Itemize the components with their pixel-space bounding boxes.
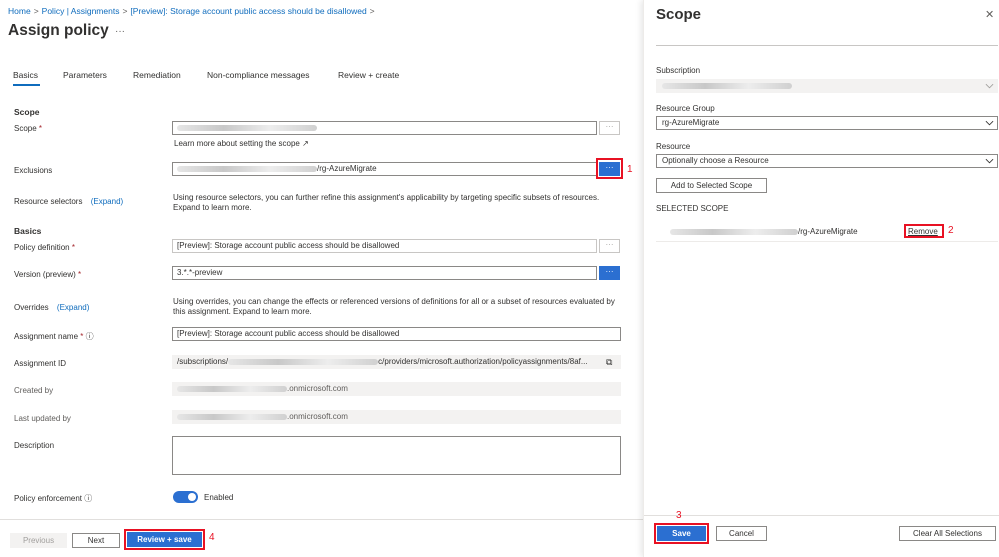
policy-enforcement-label: Policy enforcement ⓘ: [14, 494, 93, 503]
created-by-field: .onmicrosoft.com: [172, 382, 621, 396]
selected-scope-heading: SELECTED SCOPE: [656, 204, 729, 213]
created-by-label: Created by: [14, 386, 54, 395]
scope-field[interactable]: [172, 121, 597, 135]
resource-selectors-expand-link[interactable]: (Expand): [91, 197, 123, 206]
scope-label: Scope *: [14, 124, 43, 133]
info-icon[interactable]: ⓘ: [86, 332, 94, 341]
page-title: Assign policy: [8, 22, 109, 39]
previous-button[interactable]: Previous: [10, 533, 67, 548]
assignment-name-field[interactable]: [Preview]: Storage account public access…: [172, 327, 621, 341]
basics-section-heading: Basics: [14, 226, 42, 236]
annotation-number-3: 3: [676, 510, 682, 521]
overrides-expand-link[interactable]: (Expand): [57, 303, 89, 312]
copy-icon[interactable]: ⧉: [606, 357, 612, 368]
clear-all-selections-button[interactable]: Clear All Selections: [899, 526, 996, 541]
scope-panel-title: Scope: [656, 6, 702, 23]
annotation-number-2: 2: [948, 225, 954, 236]
selected-scope-item: /rg-AzureMigrate: [670, 227, 858, 236]
resource-dropdown[interactable]: Optionally choose a Resource: [656, 154, 998, 168]
chevron-down-icon: [985, 120, 994, 126]
footer-divider: [0, 519, 643, 520]
panel-header-divider: [656, 45, 998, 46]
resource-group-label: Resource Group: [656, 104, 715, 113]
subscription-label: Subscription: [656, 66, 701, 75]
description-label: Description: [14, 441, 55, 450]
tab-non-compliance-messages[interactable]: Non-compliance messages: [207, 70, 310, 80]
learn-more-scope-link[interactable]: Learn more about setting the scope ↗: [174, 139, 309, 148]
resource-group-dropdown[interactable]: rg-AzureMigrate: [656, 116, 998, 130]
remove-link[interactable]: Remove: [908, 227, 938, 236]
version-browse-button[interactable]: ···: [599, 266, 620, 280]
close-icon[interactable]: ✕: [985, 8, 994, 21]
chevron-down-icon: [985, 158, 994, 164]
last-updated-by-label: Last updated by: [14, 414, 71, 423]
policy-definition-label: Policy definition *: [14, 243, 75, 252]
version-label: Version (preview) *: [14, 270, 82, 279]
overrides-label: Overrides (Expand): [14, 303, 90, 312]
assignment-name-label: Assignment name * ⓘ: [14, 332, 94, 341]
overrides-description: Using overrides, you can change the effe…: [173, 297, 615, 316]
review-save-button[interactable]: Review + save: [127, 532, 202, 547]
breadcrumb: Home > Policy | Assignments > [Preview]: Sto…: [8, 6, 378, 16]
assignment-id-field: /subscriptions/c/providers/microsoft.aut…: [172, 355, 621, 369]
annotation-number-4: 4: [209, 532, 215, 543]
resource-group-value: rg-AzureMigrate: [662, 118, 720, 127]
add-to-selected-scope-button[interactable]: Add to Selected Scope: [656, 178, 767, 193]
breadcrumb-home[interactable]: Home: [8, 6, 31, 16]
selected-scope-value: /rg-AzureMigrate: [798, 227, 858, 236]
panel-footer-divider: [644, 515, 999, 516]
tab-remediation[interactable]: Remediation: [133, 70, 181, 80]
breadcrumb-policy-assignments[interactable]: Policy | Assignments: [42, 6, 120, 16]
resource-label: Resource: [656, 142, 691, 151]
resource-placeholder: Optionally choose a Resource: [662, 156, 769, 165]
exclusions-browse-button[interactable]: ···: [599, 162, 620, 176]
exclusions-field[interactable]: /rg-AzureMigrate: [172, 162, 597, 176]
next-button[interactable]: Next: [72, 533, 120, 548]
last-updated-by-field: .onmicrosoft.com: [172, 410, 621, 424]
policy-definition-field[interactable]: [Preview]: Storage account public access…: [172, 239, 597, 253]
tab-parameters[interactable]: Parameters: [63, 70, 107, 80]
policy-enforcement-toggle[interactable]: [173, 491, 198, 503]
info-icon[interactable]: ⓘ: [84, 494, 92, 503]
more-options-icon[interactable]: ···: [115, 26, 125, 37]
tab-review-create[interactable]: Review + create: [338, 70, 399, 80]
scope-browse-button[interactable]: ···: [599, 121, 620, 135]
subscription-dropdown[interactable]: [656, 79, 998, 93]
chevron-down-icon: [985, 83, 994, 89]
breadcrumb-policy-definition[interactable]: [Preview]: Storage account public access…: [130, 6, 366, 16]
save-button[interactable]: Save: [657, 526, 706, 541]
annotation-number-1: 1: [627, 164, 633, 175]
version-field[interactable]: 3.*.*-preview: [172, 266, 597, 280]
description-textarea[interactable]: [172, 436, 621, 475]
scope-section-heading: Scope: [14, 107, 40, 117]
resource-selectors-description: Using resource selectors, you can furthe…: [173, 193, 600, 212]
resource-selectors-label: Resource selectors (Expand): [14, 197, 124, 206]
exclusions-value: /rg-AzureMigrate: [317, 164, 377, 173]
exclusions-label: Exclusions: [14, 166, 53, 175]
breadcrumb-separator: >: [122, 6, 128, 16]
breadcrumb-separator: >: [369, 6, 375, 16]
cancel-button[interactable]: Cancel: [716, 526, 767, 541]
tab-basics[interactable]: Basics: [13, 70, 38, 80]
active-tab-indicator: [13, 84, 40, 86]
policy-definition-browse-button[interactable]: ···: [599, 239, 620, 253]
breadcrumb-separator: >: [33, 6, 39, 16]
external-link-icon: ↗: [302, 139, 309, 148]
selected-scope-divider: [656, 241, 998, 242]
assignment-id-label: Assignment ID: [14, 359, 67, 368]
policy-enforcement-value: Enabled: [204, 493, 234, 502]
